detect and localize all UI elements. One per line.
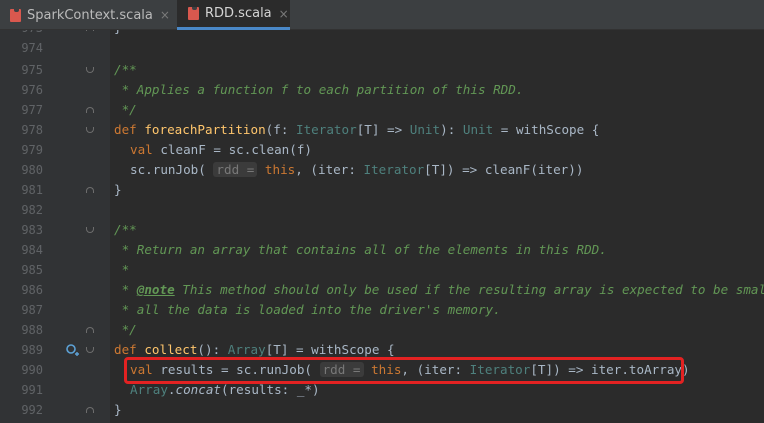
code-text: /** — [114, 62, 137, 77]
line-number: 986 — [21, 283, 43, 297]
line-number: 977 — [21, 103, 43, 117]
code-text: * @note This method should only be used … — [114, 282, 764, 297]
code-line: 987 * all the data is loaded into the dr… — [0, 300, 764, 320]
line-number: 979 — [21, 143, 43, 157]
line-number: 989 — [21, 343, 43, 357]
code-text: val cleanF = sc.clean(f) — [130, 142, 312, 157]
implementation-marker-icon[interactable] — [66, 343, 80, 360]
code-line: 975 /** — [0, 60, 764, 80]
line-number: 980 — [21, 163, 43, 177]
line-number: 983 — [21, 223, 43, 237]
line-number: 982 — [21, 203, 43, 217]
parameter-hint: rdd = — [213, 162, 258, 177]
code-line: 976 * Applies a function f to each parti… — [0, 80, 764, 100]
code-text: * all the data is loaded into the driver… — [114, 302, 501, 317]
scala-file-icon — [188, 7, 199, 20]
tab-sparkcontext[interactable]: SparkContext.scala × — [10, 0, 172, 30]
code-line: 978 def foreachPartition(f: Iterator[T] … — [0, 120, 764, 140]
line-number: 976 — [21, 83, 43, 97]
fold-marker-icon[interactable] — [86, 407, 94, 413]
code-text: sc.runJob( rdd = this, (iter: Iterator[T… — [130, 162, 584, 177]
fold-marker-icon[interactable] — [86, 227, 94, 233]
code-line: 982 — [0, 200, 764, 220]
tab-rdd[interactable]: RDD.scala × — [177, 0, 290, 30]
code-text: * Applies a function f to each partition… — [114, 82, 524, 97]
code-line: 974 — [0, 38, 764, 58]
fold-marker-icon[interactable] — [86, 127, 94, 133]
code-line: 977 */ — [0, 100, 764, 120]
code-line: 980 sc.runJob( rdd = this, (iter: Iterat… — [0, 160, 764, 180]
line-number: 975 — [21, 63, 43, 77]
line-number: 978 — [21, 123, 43, 137]
line-number: 974 — [21, 41, 43, 55]
code-line: 986 * @note This method should only be u… — [0, 280, 764, 300]
code-text: * — [114, 262, 130, 277]
code-line: 992 } — [0, 400, 764, 420]
fold-marker-icon[interactable] — [86, 187, 94, 193]
close-icon[interactable]: × — [279, 7, 289, 21]
code-text: */ — [114, 322, 137, 337]
scala-file-icon — [10, 8, 21, 22]
line-number: 990 — [21, 363, 43, 377]
line-number: 992 — [21, 403, 43, 417]
highlight-annotation-box — [124, 357, 684, 384]
code-line: 981 } — [0, 180, 764, 200]
fold-marker-icon[interactable] — [86, 347, 94, 353]
tab-label: RDD.scala — [205, 6, 272, 21]
line-number: 991 — [21, 383, 43, 397]
code-text: /** — [114, 222, 137, 237]
code-line: 983 /** — [0, 220, 764, 240]
code-text: } — [114, 402, 122, 417]
code-line: 973 } — [0, 30, 764, 38]
tab-label: SparkContext.scala — [27, 7, 153, 23]
fold-marker-icon[interactable] — [86, 327, 94, 333]
code-text: * Return an array that contains all of t… — [114, 242, 607, 257]
code-text: */ — [114, 102, 137, 117]
line-number: 985 — [21, 263, 43, 277]
tab-bar: SparkContext.scala × RDD.scala × — [0, 0, 764, 30]
code-text: def foreachPartition(f: Iterator[T] => U… — [114, 122, 600, 137]
fold-marker-icon[interactable] — [86, 30, 94, 31]
fold-marker-icon[interactable] — [86, 107, 94, 113]
line-number: 984 — [21, 243, 43, 257]
code-line: 985 * — [0, 260, 764, 280]
code-line: 988 */ — [0, 320, 764, 340]
code-text: } — [114, 182, 122, 197]
code-line: 984 * Return an array that contains all … — [0, 240, 764, 260]
code-line: 979 val cleanF = sc.clean(f) — [0, 140, 764, 160]
line-number: 981 — [21, 183, 43, 197]
close-icon[interactable]: × — [160, 8, 170, 22]
line-number: 987 — [21, 303, 43, 317]
code-text: } — [114, 30, 122, 38]
line-number: 973 — [0, 30, 43, 38]
fold-marker-icon[interactable] — [86, 67, 94, 73]
line-number: 988 — [21, 323, 43, 337]
